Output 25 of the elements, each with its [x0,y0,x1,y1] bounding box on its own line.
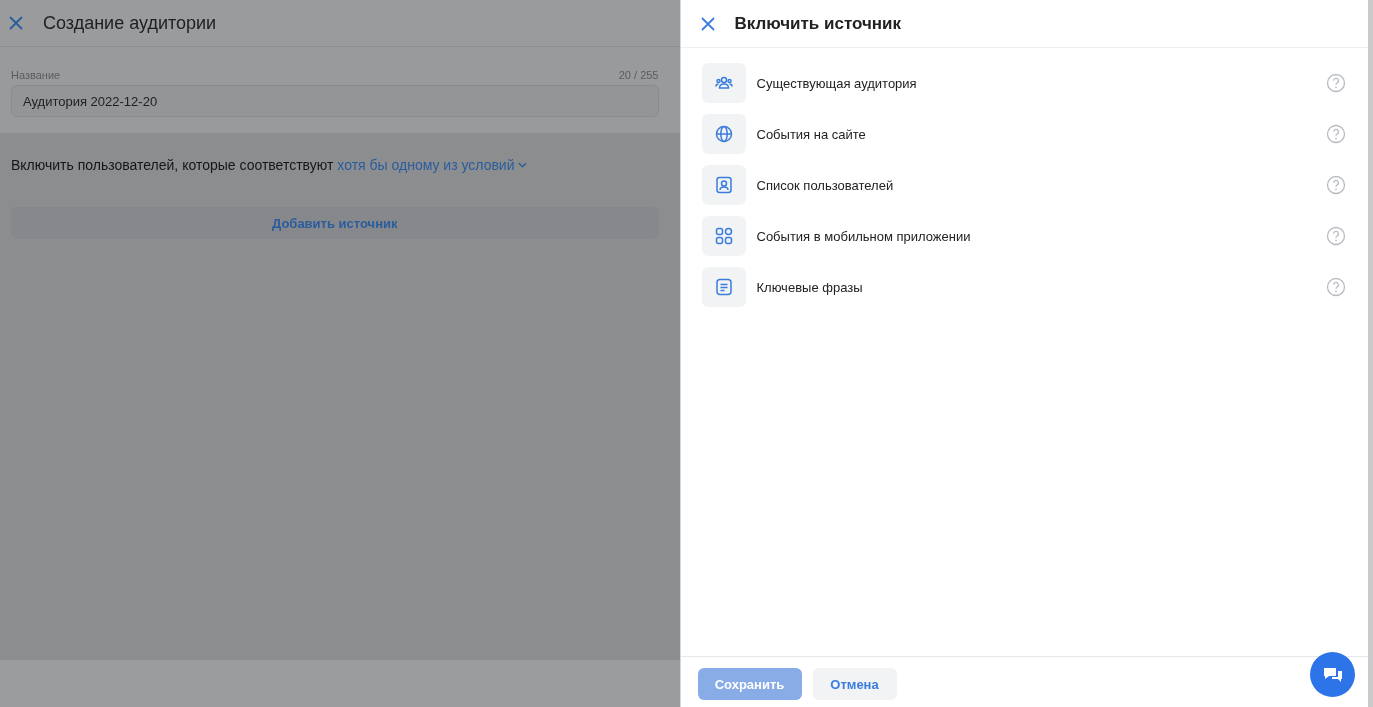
user-card-icon[interactable] [701,165,746,205]
help-icon[interactable] [1326,277,1346,297]
document-icon[interactable] [701,267,746,307]
source-label[interactable]: Ключевые фразы [756,279,1326,295]
source-label[interactable]: Существующая аудитория [756,75,1326,91]
character-counter: 20 / 255 [618,69,659,81]
cancel-button[interactable]: Отмена [812,668,897,700]
chevron-icon[interactable] [517,162,527,168]
field-label: Название [11,69,61,81]
globe-icon[interactable] [701,114,746,154]
drawer-title: Включить источник [734,13,902,34]
name-input[interactable]: Аудитория 2022-12-20 [11,85,659,117]
help-icon[interactable] [1326,175,1346,195]
page-title: Создание аудитории [43,12,217,34]
close-icon[interactable] [8,15,24,31]
help-icon[interactable] [1326,73,1346,93]
people-icon[interactable] [701,63,746,103]
source-label[interactable]: События в мобильном приложении [756,228,1326,244]
help-icon[interactable] [1326,226,1346,246]
source-label[interactable]: Список пользователей [756,177,1326,193]
grid-icon[interactable] [701,216,746,256]
source-label[interactable]: События на сайте [756,126,1326,142]
condition-text: Включить пользователей, которые соответствуют [11,157,334,173]
close-icon[interactable] [699,15,716,32]
help-icon[interactable] [1326,124,1346,144]
